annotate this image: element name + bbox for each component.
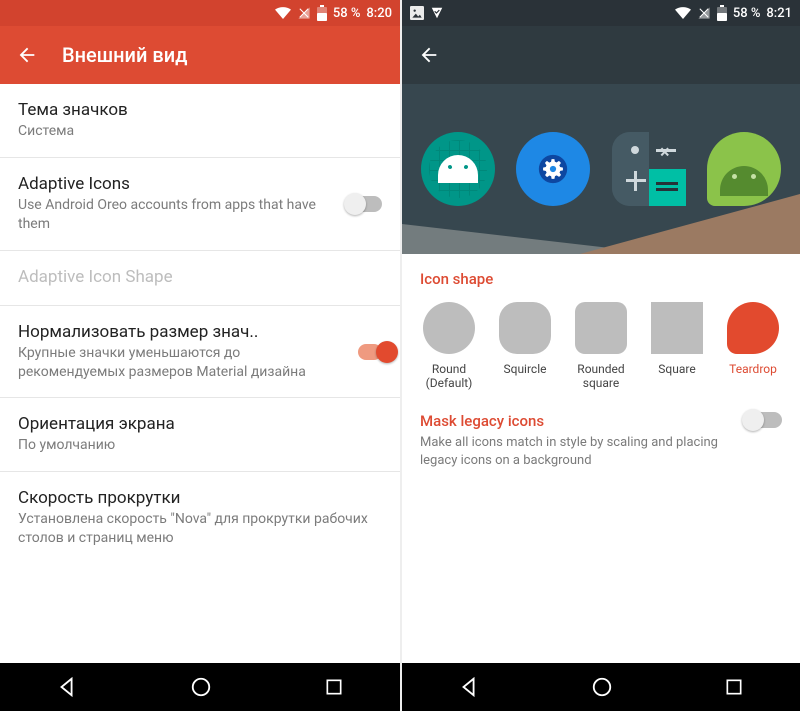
preview-icon-settings <box>516 132 590 206</box>
nav-back-icon[interactable] <box>458 676 480 698</box>
row-scroll-speed[interactable]: Скорость прокрутки Установлена скорость … <box>0 472 400 564</box>
shape-label: Teardrop <box>729 362 777 376</box>
image-notification-icon <box>410 6 424 20</box>
preview-icon-calculator: × <box>612 132 686 206</box>
row-subtitle: Крупные значки уменьшаются до рекомендуе… <box>18 344 346 382</box>
shape-label: Rounded square <box>577 362 624 390</box>
navigation-bar <box>402 663 800 711</box>
shape-option-rounded-square[interactable]: Rounded square <box>572 302 630 390</box>
row-title: Adaptive Icon Shape <box>18 267 382 287</box>
battery-percent: 58 % <box>733 6 761 21</box>
navigation-bar <box>0 663 400 711</box>
settings-list: Тема значков Система Adaptive Icons Use … <box>0 84 400 663</box>
appbar-title: Внешний вид <box>62 43 188 67</box>
battery-percent: 58 % <box>333 6 361 21</box>
section-icon-shape: Icon shape Round (Default) Squircle Roun… <box>402 254 800 398</box>
section-title: Icon shape <box>420 270 782 288</box>
back-arrow-icon[interactable] <box>16 44 38 66</box>
row-subtitle: Установлена скорость "Nova" для прокрутк… <box>18 510 382 548</box>
squircle-icon <box>499 302 551 354</box>
battery-icon <box>317 5 327 21</box>
row-subtitle: Make all icons match in style by scaling… <box>420 434 730 469</box>
square-icon <box>651 302 703 354</box>
preview-icon-android <box>707 132 781 206</box>
status-bar: 58 % 8:21 <box>402 0 800 26</box>
svg-text:×: × <box>660 142 670 163</box>
switch-normalize-size[interactable] <box>358 344 382 360</box>
nav-recents-icon[interactable] <box>324 677 344 697</box>
shape-option-teardrop[interactable]: Teardrop <box>724 302 782 390</box>
signal-no-sim-icon <box>297 6 311 20</box>
nav-back-icon[interactable] <box>56 676 78 698</box>
row-normalize-size[interactable]: Нормализовать размер знач.. Крупные знач… <box>0 306 400 399</box>
phone-right: 58 % 8:21 × <box>400 0 800 711</box>
shape-label: Round (Default) <box>426 362 473 390</box>
row-title: Adaptive Icons <box>18 174 334 194</box>
row-subtitle: Use Android Oreo accounts from apps that… <box>18 196 334 234</box>
row-title: Нормализовать размер знач.. <box>18 322 346 342</box>
row-adaptive-icon-shape: Adaptive Icon Shape <box>0 251 400 306</box>
shape-option-squircle[interactable]: Squircle <box>496 302 554 390</box>
back-arrow-icon[interactable] <box>418 44 440 66</box>
row-title: Ориентация экрана <box>18 414 382 434</box>
shape-label: Squircle <box>504 362 547 376</box>
row-subtitle: Система <box>18 122 382 141</box>
icon-preview-hero: × <box>402 84 800 254</box>
switch-adaptive-icons[interactable] <box>346 196 382 212</box>
wifi-icon <box>275 7 291 19</box>
battery-icon <box>717 5 727 21</box>
row-icon-theme[interactable]: Тема значков Система <box>0 84 400 158</box>
rounded-square-icon <box>575 302 627 354</box>
clock: 8:20 <box>366 6 392 21</box>
row-orientation[interactable]: Ориентация экрана По умолчанию <box>0 398 400 472</box>
shape-options: Round (Default) Squircle Rounded square … <box>420 302 782 390</box>
teardrop-icon <box>727 302 779 354</box>
row-adaptive-icons[interactable]: Adaptive Icons Use Android Oreo accounts… <box>0 158 400 251</box>
shape-option-square[interactable]: Square <box>648 302 706 390</box>
nav-home-icon[interactable] <box>591 676 613 698</box>
row-title: Mask legacy icons <box>420 412 730 430</box>
phone-left: 58 % 8:20 Внешний вид Тема значков Систе… <box>0 0 400 711</box>
nav-recents-icon[interactable] <box>724 677 744 697</box>
status-bar: 58 % 8:20 <box>0 0 400 26</box>
row-subtitle: По умолчанию <box>18 436 382 455</box>
shape-label: Square <box>658 362 695 376</box>
app-bar: Внешний вид <box>0 26 400 84</box>
round-icon <box>423 302 475 354</box>
wifi-icon <box>675 7 691 19</box>
checkmark-notification-icon <box>430 6 444 20</box>
switch-mask-legacy[interactable] <box>744 412 782 428</box>
shape-option-round[interactable]: Round (Default) <box>420 302 478 390</box>
row-title: Тема значков <box>18 100 382 120</box>
clock: 8:21 <box>766 6 792 21</box>
row-title: Скорость прокрутки <box>18 488 382 508</box>
app-bar <box>402 26 800 84</box>
nav-home-icon[interactable] <box>190 676 212 698</box>
signal-no-sim-icon <box>697 6 711 20</box>
preview-icon-android-studio <box>421 132 495 206</box>
row-mask-legacy[interactable]: Mask legacy icons Make all icons match i… <box>402 398 800 483</box>
